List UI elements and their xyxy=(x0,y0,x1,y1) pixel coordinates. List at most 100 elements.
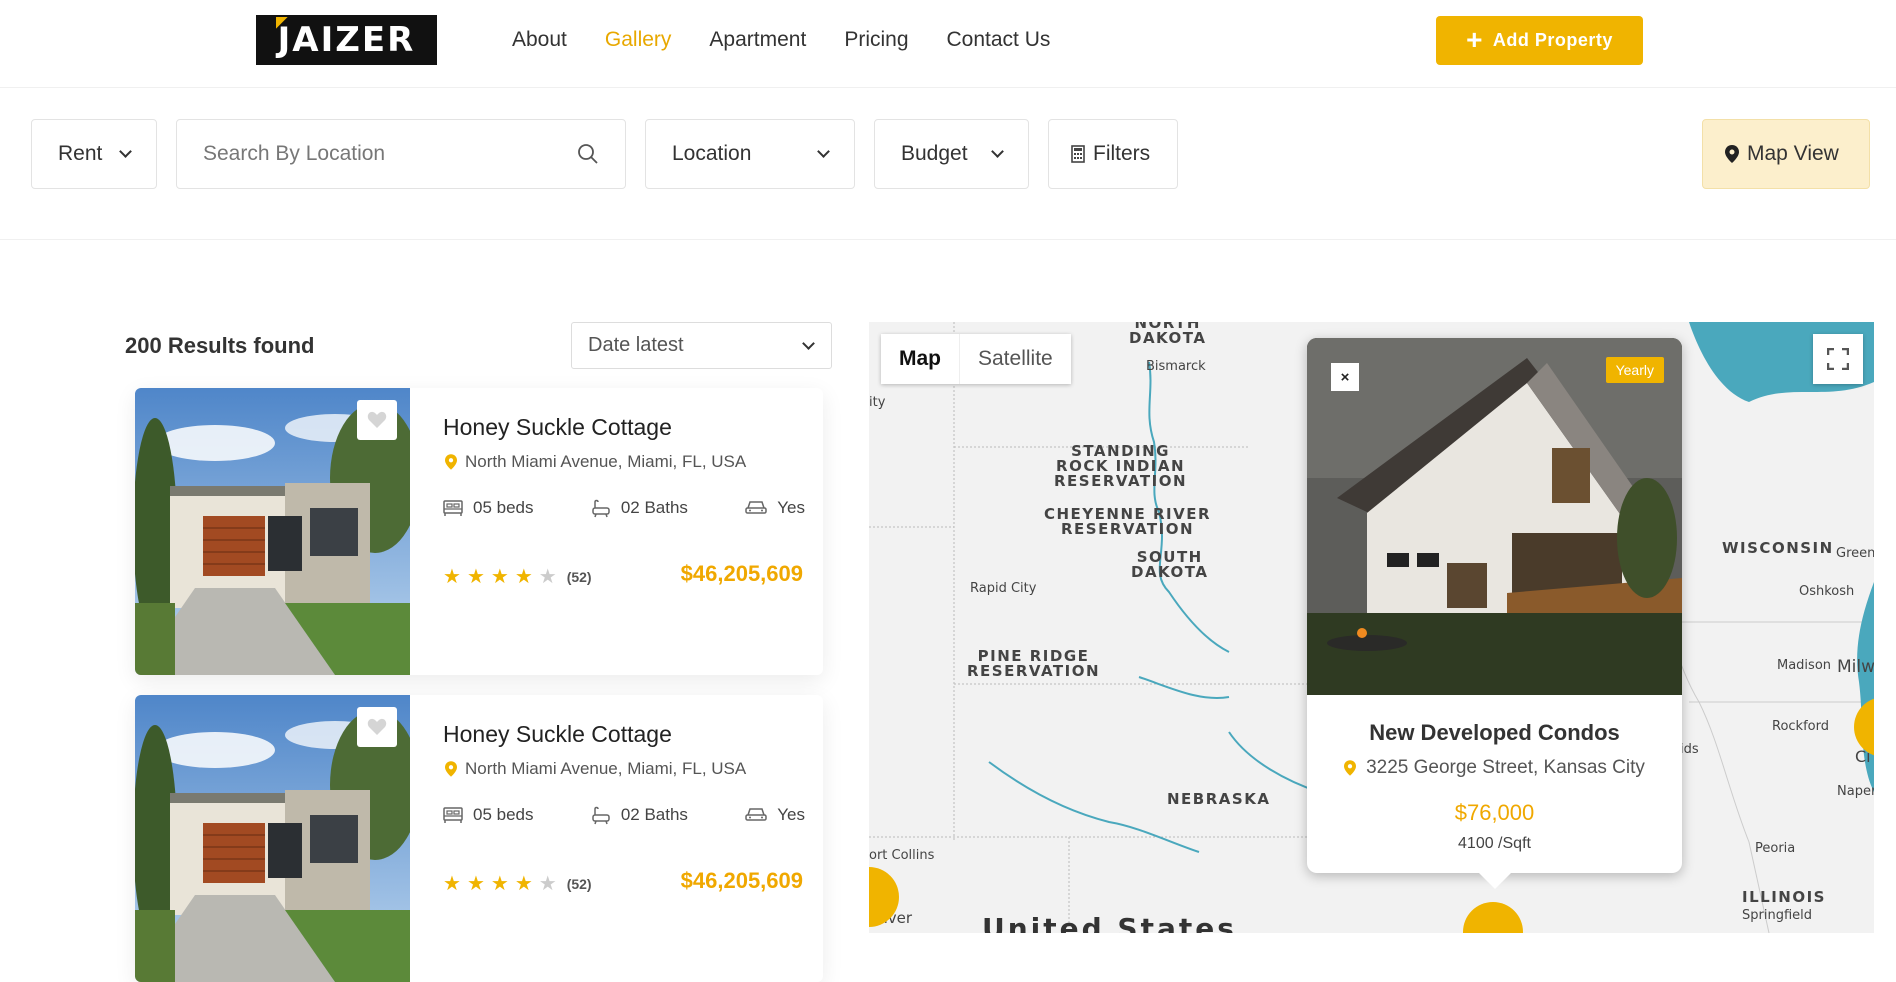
city-springfield: Springfield xyxy=(1742,908,1813,923)
listing-photo[interactable] xyxy=(135,695,410,982)
car-icon xyxy=(745,501,768,514)
popup-close-button[interactable]: × xyxy=(1331,363,1359,391)
map-pin-icon xyxy=(1344,760,1357,776)
map-label-cheyenne-river-text: CHEYENNE RIVER RESERVATION xyxy=(1044,505,1212,538)
listing-address: North Miami Avenue, Miami, FL, USA xyxy=(445,452,746,472)
house-render xyxy=(1307,338,1682,695)
baths-count: 02 Baths xyxy=(620,805,688,824)
listing-title[interactable]: Honey Suckle Cottage xyxy=(443,414,672,441)
map-type-map[interactable]: Map xyxy=(881,334,960,384)
listing-photo[interactable] xyxy=(135,388,410,675)
map-view-label: Map View xyxy=(1747,142,1839,165)
nav-pricing[interactable]: Pricing xyxy=(844,28,908,52)
bathtub-icon xyxy=(592,499,610,518)
star-icon: ★ xyxy=(443,873,461,895)
star-icon: ★ xyxy=(466,873,485,895)
star-icon: ★ xyxy=(514,873,533,895)
star-icon: ★ xyxy=(514,566,533,588)
nav-contact-us[interactable]: Contact Us xyxy=(947,28,1051,52)
nav-about[interactable]: About xyxy=(512,28,567,52)
search-input[interactable]: Search By Location xyxy=(176,119,626,189)
popup-address: 3225 George Street, Kansas City xyxy=(1307,757,1682,779)
popup-title[interactable]: New Developed Condos xyxy=(1307,720,1682,746)
sort-label: Date latest xyxy=(588,334,684,356)
car-icon xyxy=(745,808,768,821)
chevron-down-icon xyxy=(817,145,830,158)
map-label-nebraska: NEBRASKA xyxy=(1167,790,1271,808)
city-green-bay: Green xyxy=(1836,546,1874,561)
chevron-down-icon xyxy=(802,336,815,350)
city-rapid-city: Rapid City xyxy=(970,581,1037,596)
map-label-wisconsin: WISCONSIN xyxy=(1722,539,1834,557)
rent-label: Rent xyxy=(58,142,103,165)
plus-icon: + xyxy=(1466,23,1483,55)
map-label-illinois: ILLINOIS xyxy=(1742,888,1826,906)
listing-address-text: North Miami Avenue, Miami, FL, USA xyxy=(465,759,747,778)
nav-gallery[interactable]: Gallery xyxy=(605,28,672,52)
parking-feature: Yes xyxy=(745,805,805,825)
nav-apartment[interactable]: Apartment xyxy=(709,28,806,52)
listing-features: 05 beds 02 Baths Yes xyxy=(443,805,805,825)
filter-bar: Rent Search By Location Location Budget … xyxy=(0,88,1896,240)
bathtub-icon xyxy=(592,806,610,825)
map-label-pine-ridge: PINE RIDGE RESERVATION xyxy=(967,649,1100,679)
rent-dropdown[interactable]: Rent xyxy=(31,119,157,189)
popup-tag-yearly: Yearly xyxy=(1605,357,1664,383)
map-view-button[interactable]: Map View xyxy=(1702,119,1870,189)
city-fort-collins: ort Collins xyxy=(869,848,935,863)
parking-feature: Yes xyxy=(745,498,805,518)
listing-title[interactable]: Honey Suckle Cottage xyxy=(443,721,672,748)
budget-label: Budget xyxy=(901,142,968,165)
review-count: (52) xyxy=(566,875,592,892)
map-label-standing-rock-text: STANDING ROCK INDIAN RESERVATION xyxy=(1054,442,1188,490)
listing-features: 05 beds 02 Baths Yes xyxy=(443,498,805,518)
favorite-button[interactable] xyxy=(357,707,397,747)
city-edge-label: ity xyxy=(869,395,886,410)
review-count: (52) xyxy=(566,568,592,585)
city-madison: Madison xyxy=(1777,658,1832,673)
budget-dropdown[interactable]: Budget xyxy=(874,119,1029,189)
parking-value: Yes xyxy=(777,805,805,824)
map-type-toggle: Map Satellite xyxy=(881,334,1071,384)
city-naperville: Napervi xyxy=(1837,784,1874,799)
popup-property-photo: × Yearly xyxy=(1307,338,1682,695)
city-ids: ids xyxy=(1680,742,1699,757)
city-milwaukee: Milwa xyxy=(1837,657,1874,677)
chevron-down-icon xyxy=(119,145,132,158)
filters-button[interactable]: Filters xyxy=(1048,119,1178,189)
city-oshkosh: Oshkosh xyxy=(1799,584,1855,599)
add-property-button[interactable]: + Add Property xyxy=(1436,16,1643,65)
map-type-satellite[interactable]: Satellite xyxy=(960,334,1071,384)
chevron-down-icon xyxy=(991,145,1004,158)
heart-icon xyxy=(367,411,387,428)
favorite-button[interactable] xyxy=(357,400,397,440)
logo-text: JAIZER xyxy=(277,20,416,60)
fullscreen-button[interactable] xyxy=(1813,334,1863,384)
beds-feature: 05 beds xyxy=(443,805,534,825)
listing-info: Honey Suckle Cottage North Miami Avenue,… xyxy=(443,388,805,675)
map-pin-icon xyxy=(1725,145,1739,163)
city-rockford: Rockford xyxy=(1772,719,1829,734)
parking-value: Yes xyxy=(777,498,805,517)
listing-card[interactable]: Honey Suckle Cottage North Miami Avenue,… xyxy=(135,388,823,675)
logo[interactable]: JAIZER xyxy=(256,15,437,65)
map-label-north-dakota: NORTH DAKOTA xyxy=(1129,322,1206,346)
map-pin-icon xyxy=(445,454,457,470)
map-label-united-states: United States xyxy=(982,912,1237,933)
map-label-cheyenne-river: CHEYENNE RIVER RESERVATION xyxy=(1044,507,1211,537)
fullscreen-icon xyxy=(1827,348,1849,370)
listing-address-text: North Miami Avenue, Miami, FL, USA xyxy=(465,452,747,471)
listing-card[interactable]: Honey Suckle Cottage North Miami Avenue,… xyxy=(135,695,823,982)
map-label-standing-rock: STANDING ROCK INDIAN RESERVATION xyxy=(1054,444,1187,489)
heart-icon xyxy=(367,718,387,735)
map-info-popup: × Yearly New Developed Condos 3225 Georg… xyxy=(1307,338,1682,889)
popup-price: $76,000 xyxy=(1454,800,1535,825)
baths-feature: 02 Baths xyxy=(591,498,688,518)
location-label: Location xyxy=(672,142,752,165)
map-panel[interactable]: Map Satellite NORTH DAKOTA Bismarck ity … xyxy=(869,322,1874,933)
star-empty-icon: ★ xyxy=(538,873,557,895)
search-icon[interactable] xyxy=(577,143,599,165)
sort-dropdown[interactable]: Date latest xyxy=(571,322,832,369)
location-dropdown[interactable]: Location xyxy=(645,119,855,189)
rating-stars: ★ ★ ★ ★ ★ (52) xyxy=(443,564,592,589)
